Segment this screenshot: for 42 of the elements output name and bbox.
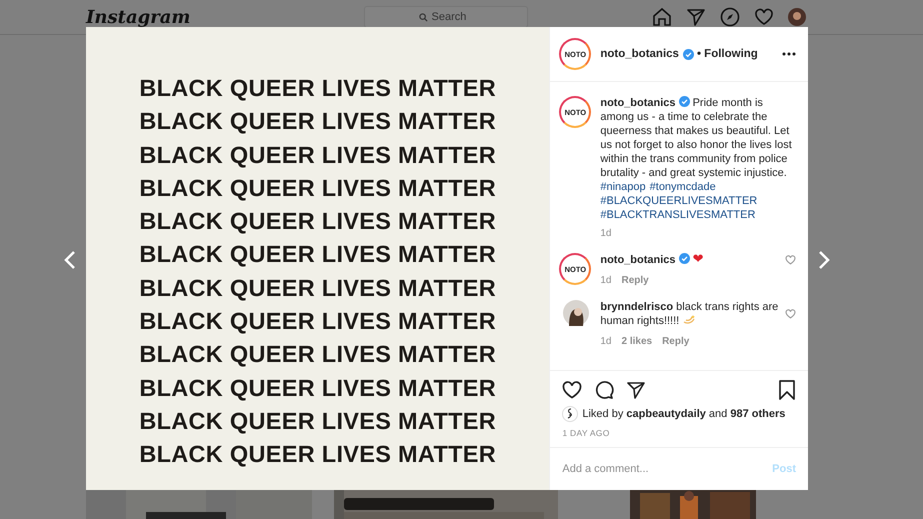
compass-icon[interactable]	[720, 7, 740, 27]
heart-icon[interactable]	[754, 7, 774, 27]
search-icon	[418, 12, 428, 22]
comment-time: 1d	[600, 336, 612, 347]
comment-time: 1d	[600, 275, 612, 286]
hashtag-link[interactable]: #ninapop	[600, 180, 646, 194]
image-text-line: BLACK QUEER LIVES MATTER	[139, 174, 496, 203]
comment-icon[interactable]	[594, 380, 614, 400]
image-text-line: BLACK QUEER LIVES MATTER	[139, 140, 496, 170]
home-icon[interactable]	[652, 7, 672, 27]
image-text-line: BLACK QUEER LIVES MATTER	[139, 240, 496, 270]
username-link[interactable]: noto_botanics	[600, 48, 679, 60]
like-heart-icon[interactable]	[562, 381, 582, 399]
image-text-line: BLACK QUEER LIVES MATTER	[139, 440, 496, 470]
comment-text: noto_botanics ❤	[600, 253, 704, 267]
instagram-logo[interactable]: Instagram	[86, 6, 364, 28]
caption-text: noto_botanics Pride month is among us - a time to celebrate the queerness that makes us beautiful. Let us not forget to also honor the lives lost within the trans community from police brutality - and great systemic injustice.	[600, 96, 793, 180]
post-timestamp: 1 DAY AGO	[562, 428, 611, 438]
more-options-icon[interactable]	[782, 52, 796, 56]
image-text-line: BLACK QUEER LIVES MATTER	[139, 274, 496, 303]
avatar[interactable]	[563, 300, 590, 326]
image-text-line: BLACK QUEER LIVES MATTER	[139, 74, 496, 103]
comment-time: 1d	[600, 228, 612, 239]
search-input[interactable]: Search	[432, 11, 474, 23]
comment-text: brynndelrisco black trans rights are human rights!!!!!	[600, 300, 779, 328]
image-text-line: BLACK QUEER LIVES MATTER	[139, 207, 496, 236]
likes-summary[interactable]: Liked by capbeautydaily and 987 others	[582, 408, 786, 420]
liker-avatar[interactable]	[562, 406, 578, 422]
profile-avatar[interactable]	[788, 8, 806, 26]
hashtag-link[interactable]: #tonymcdade	[650, 180, 716, 194]
image-text-line: BLACK QUEER LIVES MATTER	[139, 307, 496, 336]
sparkle-icon	[683, 314, 696, 324]
search-field[interactable]: Search	[364, 6, 528, 28]
bookmark-icon[interactable]	[778, 380, 796, 400]
image-text-line: BLACK QUEER LIVES MATTER	[139, 107, 496, 136]
hashtag-link[interactable]: #BLACKTRANSLIVESMATTER	[600, 208, 756, 222]
paper-plane-icon[interactable]	[626, 380, 646, 400]
hashtag-link[interactable]: #BLACKQUEERLIVESMATTER	[600, 194, 758, 208]
image-text-line: BLACK QUEER LIVES MATTER	[139, 374, 496, 403]
image-text-line: BLACK QUEER LIVES MATTER	[139, 406, 496, 436]
image-text-line: BLACK QUEER LIVES MATTER	[139, 340, 496, 370]
following-label[interactable]: • Following	[696, 48, 758, 60]
